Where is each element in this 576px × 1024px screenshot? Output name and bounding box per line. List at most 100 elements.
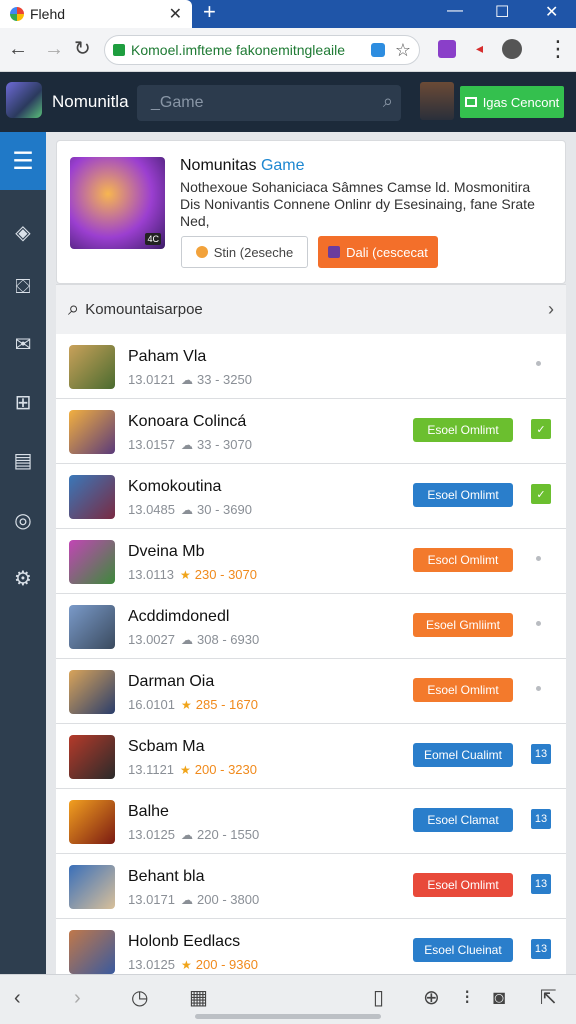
header-cta-button[interactable]: Igas Cencont	[460, 86, 564, 118]
game-thumbnail[interactable]	[69, 605, 115, 649]
featured-game-image[interactable]: 4C	[70, 157, 165, 249]
game-id: 13.1121	[128, 762, 175, 777]
camera-icon[interactable]: ◙	[493, 987, 505, 1009]
chevron-right-icon[interactable]: ›	[548, 299, 554, 320]
tab-close-icon[interactable]: ✕	[169, 4, 182, 24]
document-icon[interactable]: ▤	[0, 448, 46, 473]
game-thumbnail[interactable]	[69, 345, 115, 389]
bookmark-star-icon[interactable]: ☆	[395, 40, 411, 61]
game-action-button[interactable]: Esoel Omlimt	[413, 873, 513, 897]
phone-icon[interactable]: ▯	[373, 987, 384, 1009]
app-logo[interactable]	[6, 82, 42, 118]
game-row[interactable]: Komokoutina 13.0485 ☁ 30 - 3690 Esoel Omlimt…	[56, 464, 566, 529]
star-icon: ★	[180, 568, 191, 582]
game-status-badge: 13	[531, 744, 551, 764]
avatar[interactable]	[420, 82, 454, 120]
game-action-button[interactable]: Esoel Omlimt	[413, 418, 513, 442]
add-icon[interactable]: ⊕	[423, 987, 440, 1009]
forward-icon[interactable]: ›	[74, 987, 81, 1009]
site-info-icon[interactable]	[370, 43, 385, 57]
list-search-bar[interactable]: ⌕ Komountaisarpoe ›	[56, 284, 566, 334]
app-search-input[interactable]: _Game ⌕	[137, 85, 401, 121]
back-icon[interactable]: ‹	[14, 987, 21, 1009]
gamepad-icon[interactable]: ⊞	[0, 390, 46, 415]
game-action-button[interactable]: Esocl Omlimt	[413, 548, 513, 572]
game-thumbnail[interactable]	[69, 540, 115, 584]
more-icon[interactable]: ⁝	[464, 987, 470, 1009]
address-bar[interactable]: Komoel.imfteme fakonemitngleaile ☆	[104, 35, 420, 65]
share-icon[interactable]: ⇱	[540, 987, 557, 1009]
game-name[interactable]: Holonb Eedlacs	[128, 933, 240, 951]
game-row[interactable]: Dveina Mb 13.0113 ★ 230 - 3070 Esocl Omlimt	[56, 529, 566, 594]
game-name[interactable]: Behant bla	[128, 868, 205, 886]
game-thumbnail[interactable]	[69, 865, 115, 909]
browser-menu-icon[interactable]: ⋮	[547, 36, 569, 62]
game-action-button[interactable]: Esoel Omlimt	[413, 678, 513, 702]
url-text[interactable]: Komoel.imfteme fakonemitngleaile	[131, 42, 367, 58]
game-name[interactable]: Komokoutina	[128, 478, 221, 496]
hamburger-menu-icon[interactable]: ☰	[0, 132, 46, 190]
game-name[interactable]: Darman Oia	[128, 673, 214, 691]
maximize-icon[interactable]: ☐	[495, 2, 509, 22]
home-indicator[interactable]	[195, 1014, 381, 1019]
game-row[interactable]: Darman Oia 16.0101 ★ 285 - 1670 Esoel Omlimt	[56, 659, 566, 724]
range-separator: -	[217, 957, 230, 972]
game-action-button[interactable]: Esoel Clueinat	[413, 938, 513, 962]
clock-icon[interactable]: ◷	[131, 987, 148, 1009]
game-name[interactable]: Scbam Ma	[128, 738, 204, 756]
camera-icon[interactable]: ◎	[0, 508, 46, 533]
game-action-button[interactable]: Esoel Omlimt	[413, 483, 513, 507]
players-icon: ☁	[181, 373, 193, 387]
layers-icon[interactable]: ◈	[0, 220, 46, 245]
grid-icon[interactable]: ▦	[189, 987, 208, 1009]
settings-icon[interactable]: ⚙	[0, 566, 46, 591]
game-thumbnail[interactable]	[69, 670, 115, 714]
profile-extension-icon[interactable]	[502, 39, 522, 59]
game-action-button[interactable]: Eomel Cualimt	[413, 743, 513, 767]
game-action-button[interactable]: Esoel Gmliimt	[413, 613, 513, 637]
range-separator: -	[217, 697, 230, 712]
game-row[interactable]: Balhe 13.0125 ☁ 220 - 1550 Esoel Clamat 13	[56, 789, 566, 854]
game-stat: 33	[197, 437, 212, 452]
bag-icon[interactable]: ⛋	[0, 276, 46, 299]
game-thumbnail[interactable]	[69, 735, 115, 779]
game-name[interactable]: Acddimdonedl	[128, 608, 229, 626]
secondary-action-label: Stin (2eseche	[213, 244, 294, 260]
game-name[interactable]: Konoara Colincá	[128, 413, 246, 431]
game-thumbnail[interactable]	[69, 410, 115, 454]
game-range: 3070	[228, 567, 257, 582]
primary-action-button[interactable]: Dali (cescecat	[318, 236, 438, 268]
search-icon[interactable]: ⌕	[383, 91, 393, 112]
game-name[interactable]: Dveina Mb	[128, 543, 204, 561]
forward-arrow-icon[interactable]: →	[44, 38, 64, 60]
browser-tab[interactable]: Flehd ✕	[0, 0, 192, 28]
pin-extension-icon[interactable]: ◂	[476, 40, 483, 57]
game-name[interactable]: Paham Vla	[128, 348, 206, 366]
game-row[interactable]: Paham Vla 13.0121 ☁ 33 - 3250	[56, 334, 566, 399]
extension-icon[interactable]	[438, 40, 456, 58]
game-action-button[interactable]: Esoel Clamat	[413, 808, 513, 832]
status-dot-icon	[536, 361, 541, 366]
secondary-action-button[interactable]: Stin (2eseche	[181, 236, 308, 268]
game-list: Paham Vla 13.0121 ☁ 33 - 3250 Konoara Colinc…	[56, 334, 566, 984]
game-thumbnail[interactable]	[69, 930, 115, 974]
game-thumbnail[interactable]	[69, 475, 115, 519]
game-thumbnail[interactable]	[69, 800, 115, 844]
game-meta: 13.1121 ★ 200 - 3230	[128, 762, 257, 777]
game-row[interactable]: Acddimdonedl 13.0027 ☁ 308 - 6930 Esoel Gmli…	[56, 594, 566, 659]
status-dot-icon	[536, 686, 541, 691]
back-arrow-icon[interactable]: ←	[8, 38, 28, 60]
game-row[interactable]: Scbam Ma 13.1121 ★ 200 - 3230 Eomel Cualimt 1…	[56, 724, 566, 789]
window-close-icon[interactable]: ✕	[545, 2, 558, 22]
new-tab-icon[interactable]: +	[203, 1, 216, 23]
mail-icon[interactable]: ✉	[0, 332, 46, 357]
game-name[interactable]: Balhe	[128, 803, 169, 821]
reload-icon[interactable]: ↻	[74, 38, 91, 60]
list-search-text[interactable]: Komountaisarpoe	[85, 301, 548, 318]
game-status-badge: 13	[531, 874, 551, 894]
game-row[interactable]: Behant bla 13.0171 ☁ 200 - 3800 Esoel Omlimt…	[56, 854, 566, 919]
age-rating-badge: 4C	[145, 233, 161, 245]
game-row[interactable]: Konoara Colincá 13.0157 ☁ 33 - 3070 Esoel Om…	[56, 399, 566, 464]
game-id: 13.0125	[128, 827, 175, 842]
minimize-icon[interactable]: —	[447, 2, 463, 20]
